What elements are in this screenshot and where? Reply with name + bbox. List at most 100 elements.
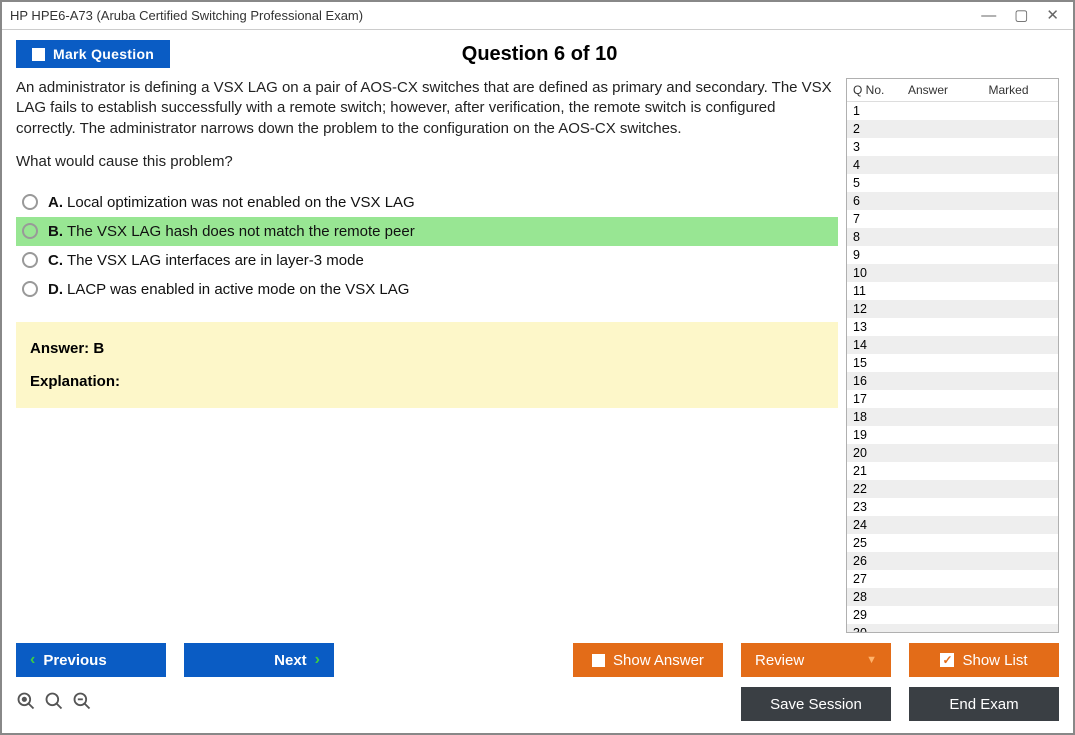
- question-list-row[interactable]: 8: [847, 228, 1058, 246]
- qno-cell: 29: [853, 608, 893, 622]
- question-list-row[interactable]: 21: [847, 462, 1058, 480]
- checkbox-checked-icon: ✓: [940, 653, 954, 667]
- question-header: Mark Question Question 6 of 10: [2, 30, 1073, 78]
- question-list-row[interactable]: 3: [847, 138, 1058, 156]
- next-label: Next: [274, 652, 307, 669]
- chevron-left-icon: ‹: [30, 651, 35, 669]
- question-list-row[interactable]: 23: [847, 498, 1058, 516]
- radio-icon: [22, 223, 38, 239]
- question-list-row[interactable]: 7: [847, 210, 1058, 228]
- qno-cell: 7: [853, 212, 893, 226]
- qno-cell: 21: [853, 464, 893, 478]
- next-button[interactable]: Next ›: [184, 643, 334, 677]
- radio-icon: [22, 281, 38, 297]
- review-label: Review: [755, 652, 804, 669]
- bottom-bar: Save Session End Exam: [2, 685, 1073, 733]
- question-list-row[interactable]: 24: [847, 516, 1058, 534]
- show-answer-button[interactable]: Show Answer: [573, 643, 723, 677]
- radio-icon: [22, 252, 38, 268]
- window-controls: — ▢ ✕: [981, 8, 1065, 23]
- qno-cell: 13: [853, 320, 893, 334]
- qno-cell: 6: [853, 194, 893, 208]
- qno-cell: 30: [853, 626, 893, 632]
- question-list-row[interactable]: 6: [847, 192, 1058, 210]
- question-list-row[interactable]: 5: [847, 174, 1058, 192]
- qno-cell: 15: [853, 356, 893, 370]
- question-prompt: What would cause this problem?: [16, 153, 838, 170]
- mark-question-label: Mark Question: [53, 46, 154, 62]
- zoom-in-icon[interactable]: [44, 691, 64, 717]
- question-list-row[interactable]: 25: [847, 534, 1058, 552]
- qno-cell: 10: [853, 266, 893, 280]
- maximize-icon[interactable]: ▢: [1014, 8, 1028, 23]
- question-text: An administrator is defining a VSX LAG o…: [16, 78, 838, 139]
- qno-cell: 28: [853, 590, 893, 604]
- save-session-label: Save Session: [770, 696, 862, 713]
- question-list-row[interactable]: 18: [847, 408, 1058, 426]
- save-session-button[interactable]: Save Session: [741, 687, 891, 721]
- qno-cell: 24: [853, 518, 893, 532]
- question-list-row[interactable]: 12: [847, 300, 1058, 318]
- question-list-row[interactable]: 20: [847, 444, 1058, 462]
- close-icon[interactable]: ✕: [1046, 8, 1059, 23]
- explanation-label: Explanation:: [30, 373, 824, 390]
- question-list-row[interactable]: 26: [847, 552, 1058, 570]
- qno-cell: 9: [853, 248, 893, 262]
- option-a[interactable]: A.Local optimization was not enabled on …: [16, 188, 838, 217]
- review-button[interactable]: Review ▼: [741, 643, 891, 677]
- show-list-label: Show List: [962, 652, 1027, 669]
- question-list-row[interactable]: 29: [847, 606, 1058, 624]
- qno-cell: 17: [853, 392, 893, 406]
- qno-cell: 22: [853, 482, 893, 496]
- minimize-icon[interactable]: —: [981, 8, 996, 23]
- end-exam-button[interactable]: End Exam: [909, 687, 1059, 721]
- option-c[interactable]: C.The VSX LAG interfaces are in layer-3 …: [16, 246, 838, 275]
- qno-cell: 5: [853, 176, 893, 190]
- question-list-row[interactable]: 22: [847, 480, 1058, 498]
- button-bar: ‹ Previous Next › Show Answer Review ▼ ✓…: [2, 633, 1073, 685]
- question-list-row[interactable]: 9: [847, 246, 1058, 264]
- qno-cell: 18: [853, 410, 893, 424]
- col-answer-label: Answer: [893, 83, 963, 97]
- mark-question-button[interactable]: Mark Question: [16, 40, 170, 68]
- question-list-row[interactable]: 15: [847, 354, 1058, 372]
- question-list-row[interactable]: 27: [847, 570, 1058, 588]
- options-list: A.Local optimization was not enabled on …: [16, 188, 838, 304]
- question-list-row[interactable]: 13: [847, 318, 1058, 336]
- zoom-reset-icon[interactable]: [16, 691, 36, 717]
- previous-button[interactable]: ‹ Previous: [16, 643, 166, 677]
- window-titlebar: HP HPE6-A73 (Aruba Certified Switching P…: [2, 2, 1073, 30]
- qno-cell: 8: [853, 230, 893, 244]
- question-list-row[interactable]: 30: [847, 624, 1058, 632]
- option-d[interactable]: D.LACP was enabled in active mode on the…: [16, 275, 838, 304]
- qno-cell: 26: [853, 554, 893, 568]
- previous-label: Previous: [43, 652, 106, 669]
- question-list-row[interactable]: 17: [847, 390, 1058, 408]
- question-counter: Question 6 of 10: [170, 43, 909, 66]
- question-list-row[interactable]: 10: [847, 264, 1058, 282]
- question-list-row[interactable]: 11: [847, 282, 1058, 300]
- show-list-button[interactable]: ✓ Show List: [909, 643, 1059, 677]
- checkbox-icon: [592, 654, 605, 667]
- radio-icon: [22, 194, 38, 210]
- col-qno-label: Q No.: [853, 83, 893, 97]
- question-list-row[interactable]: 19: [847, 426, 1058, 444]
- qno-cell: 12: [853, 302, 893, 316]
- question-list-body[interactable]: 1234567891011121314151617181920212223242…: [847, 102, 1058, 632]
- show-answer-label: Show Answer: [613, 652, 704, 669]
- question-list-row[interactable]: 4: [847, 156, 1058, 174]
- question-list-row[interactable]: 28: [847, 588, 1058, 606]
- chevron-right-icon: ›: [315, 651, 320, 669]
- question-list-row[interactable]: 14: [847, 336, 1058, 354]
- question-list-panel: Q No. Answer Marked 12345678910111213141…: [846, 78, 1059, 633]
- question-list-header: Q No. Answer Marked: [847, 79, 1058, 102]
- option-b[interactable]: B.The VSX LAG hash does not match the re…: [16, 217, 838, 246]
- question-list-row[interactable]: 1: [847, 102, 1058, 120]
- qno-cell: 25: [853, 536, 893, 550]
- zoom-out-icon[interactable]: [72, 691, 92, 717]
- qno-cell: 23: [853, 500, 893, 514]
- question-list-row[interactable]: 2: [847, 120, 1058, 138]
- checkbox-icon: [32, 48, 45, 61]
- question-list-row[interactable]: 16: [847, 372, 1058, 390]
- chevron-down-icon: ▼: [866, 654, 877, 666]
